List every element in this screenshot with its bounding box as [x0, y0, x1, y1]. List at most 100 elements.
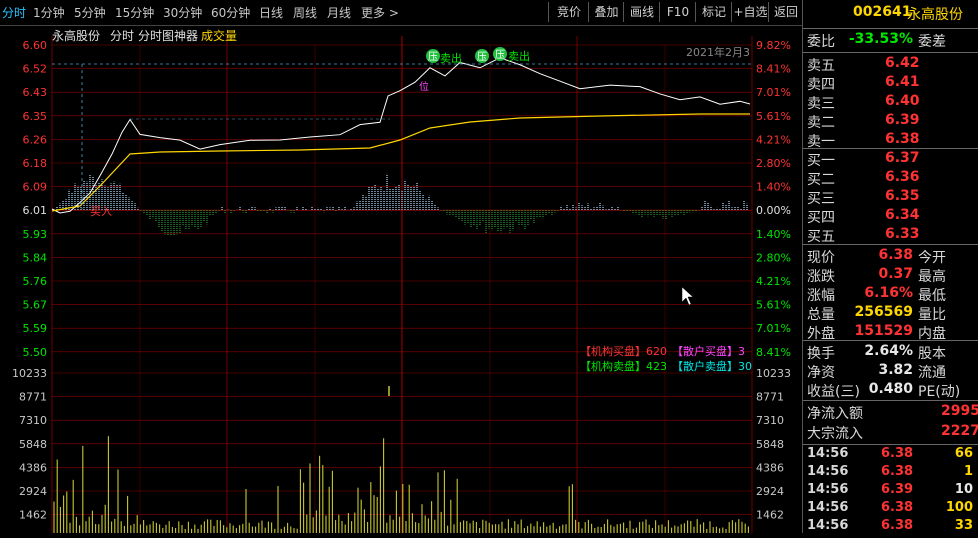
- price-tick: 6.35: [23, 110, 48, 123]
- tab-1min[interactable]: 1分钟: [33, 4, 65, 21]
- bid-row[interactable]: 买一 6.37: [803, 150, 978, 170]
- quote-row: 现价 6.38 今开: [803, 247, 978, 267]
- ask-price: 6.41: [885, 74, 920, 90]
- price-tick: 5.50: [23, 346, 48, 359]
- ask-row[interactable]: 卖五 6.42: [803, 55, 978, 75]
- vol-tick: 1462: [19, 509, 47, 522]
- mark-button[interactable]: 标记: [695, 2, 732, 22]
- vol-tick-right: 8771: [756, 391, 784, 404]
- average-price-line: [51, 113, 750, 212]
- f10-button[interactable]: F10: [659, 2, 696, 22]
- vol-tick: 5848: [19, 438, 47, 451]
- tab-intraday[interactable]: 分时: [2, 4, 26, 21]
- price-line: [51, 57, 751, 214]
- tab-30min[interactable]: 30分钟: [163, 4, 202, 21]
- auction-button[interactable]: 竞价: [548, 2, 589, 22]
- legend-retail-buy: 【散户买盘】3: [672, 344, 745, 358]
- price-tick: 6.09: [23, 181, 48, 194]
- quote-value: 151529: [854, 323, 913, 339]
- pct-tick: 5.61%: [756, 299, 791, 312]
- stat-value: 2.64%: [864, 343, 913, 359]
- chart-mode: 分时: [110, 29, 134, 43]
- price-tick: 5.67: [23, 299, 48, 312]
- legend-inst-buy: 【机构买盘】620: [580, 344, 667, 358]
- ask-row[interactable]: 卖三 6.40: [803, 93, 978, 113]
- price-tick: 6.43: [23, 86, 48, 99]
- stat-row: 换手 2.64% 股本: [803, 343, 978, 363]
- pct-tick: 4.21%: [756, 133, 791, 146]
- trade-volume: 100: [945, 500, 973, 515]
- back-button[interactable]: 返回: [768, 2, 803, 22]
- chart-indicator[interactable]: 成交量: [201, 28, 237, 43]
- price-tick: 6.52: [23, 63, 48, 76]
- pct-tick: 5.61%: [756, 110, 791, 123]
- quote-label-2: 最高: [918, 269, 946, 285]
- flow-value: 2227: [941, 423, 978, 439]
- bid-row[interactable]: 买四 6.34: [803, 207, 978, 227]
- tab-weekly[interactable]: 周线: [293, 4, 317, 21]
- tab-daily[interactable]: 日线: [259, 4, 283, 21]
- chart-stock-name: 永高股份: [52, 28, 100, 43]
- trade-time: 14:56: [807, 518, 849, 533]
- period-toolbar: 分时 1分钟 5分钟 15分钟 30分钟 60分钟 日线 周线 月线 更多 > …: [0, 0, 802, 26]
- legend-retail-sell: 【散户卖盘】30: [672, 359, 752, 373]
- stat-label: 收益(三): [807, 384, 860, 400]
- quote-label-2: 最低: [918, 288, 946, 304]
- add-watchlist-button[interactable]: +自选: [731, 2, 769, 22]
- bid-label: 买二: [807, 172, 835, 188]
- price-tick: 5.59: [23, 322, 48, 335]
- ask-row[interactable]: 卖四 6.41: [803, 74, 978, 94]
- flow-row: 净流入额 2995: [803, 403, 978, 423]
- trade-volume: 10: [954, 482, 973, 497]
- tab-monthly[interactable]: 月线: [327, 4, 351, 21]
- tab-more[interactable]: 更多 >: [361, 4, 399, 21]
- trade-price: 6.38: [881, 464, 914, 479]
- vol-tick: 8771: [19, 391, 47, 404]
- quote-row: 总量 256569 量比: [803, 304, 978, 324]
- price-tick: 6.18: [23, 157, 48, 170]
- buy-marker: 买入: [90, 205, 112, 218]
- quote-value: 256569: [854, 304, 913, 320]
- vol-tick-right: 5848: [756, 438, 784, 451]
- vol-tick-right: 10233: [756, 367, 791, 380]
- legend-inst-sell: 【机构卖盘】423: [580, 359, 667, 373]
- price-tick: 6.60: [23, 39, 48, 52]
- quote-value: 0.37: [878, 266, 913, 282]
- tab-15min[interactable]: 15分钟: [115, 4, 154, 21]
- tab-5min[interactable]: 5分钟: [74, 4, 106, 21]
- flow-value: 2995: [941, 403, 978, 419]
- quote-value: 6.16%: [864, 285, 913, 301]
- trade-row: 14:56 6.39 10: [803, 482, 978, 502]
- stat-value: 0.480: [868, 381, 913, 397]
- bid-row[interactable]: 买三 6.35: [803, 188, 978, 208]
- ask-price: 6.40: [885, 93, 920, 109]
- vol-tick-right: 4386: [756, 461, 784, 474]
- pct-tick: 2.80%: [756, 251, 791, 264]
- vol-tick: 2924: [19, 485, 47, 498]
- sell-badge-1-text: 压: [428, 51, 438, 63]
- quote-value: 6.38: [878, 247, 913, 263]
- bid-row[interactable]: 买二 6.36: [803, 169, 978, 189]
- overlay-button[interactable]: 叠加: [588, 2, 624, 22]
- stat-label: 净资: [807, 365, 835, 381]
- vol-tick-right: 2924: [756, 485, 784, 498]
- trade-volume: 66: [954, 446, 973, 461]
- intraday-chart[interactable]: 6.60 6.52 6.43 6.35 6.26 6.18 6.09 6.01 5.93 5.84…: [0, 26, 802, 533]
- price-tick: 5.84: [23, 251, 48, 264]
- draw-line-button[interactable]: 画线: [623, 2, 660, 22]
- chart-tool[interactable]: 分时图神器: [138, 29, 198, 43]
- ask-price: 6.39: [885, 112, 920, 128]
- bid-row[interactable]: 买五 6.33: [803, 226, 978, 246]
- ask-row[interactable]: 卖二 6.39: [803, 112, 978, 132]
- quote-panel: 002641 永高股份 委比 -33.53% 委差 卖五 6.42 卖四 6.41 卖三…: [802, 0, 978, 533]
- position-marker: 位: [419, 80, 429, 93]
- trade-price: 6.39: [881, 482, 914, 497]
- trade-time: 14:56: [807, 500, 849, 515]
- trade-row: 14:56 6.38 33: [803, 518, 978, 538]
- quote-label-2: 今开: [918, 250, 946, 266]
- tab-60min[interactable]: 60分钟: [211, 4, 250, 21]
- ask-label: 卖三: [807, 96, 835, 112]
- trade-time: 14:56: [807, 464, 849, 479]
- weicha-label: 委差: [918, 34, 946, 50]
- pct-tick: 7.01%: [756, 322, 791, 335]
